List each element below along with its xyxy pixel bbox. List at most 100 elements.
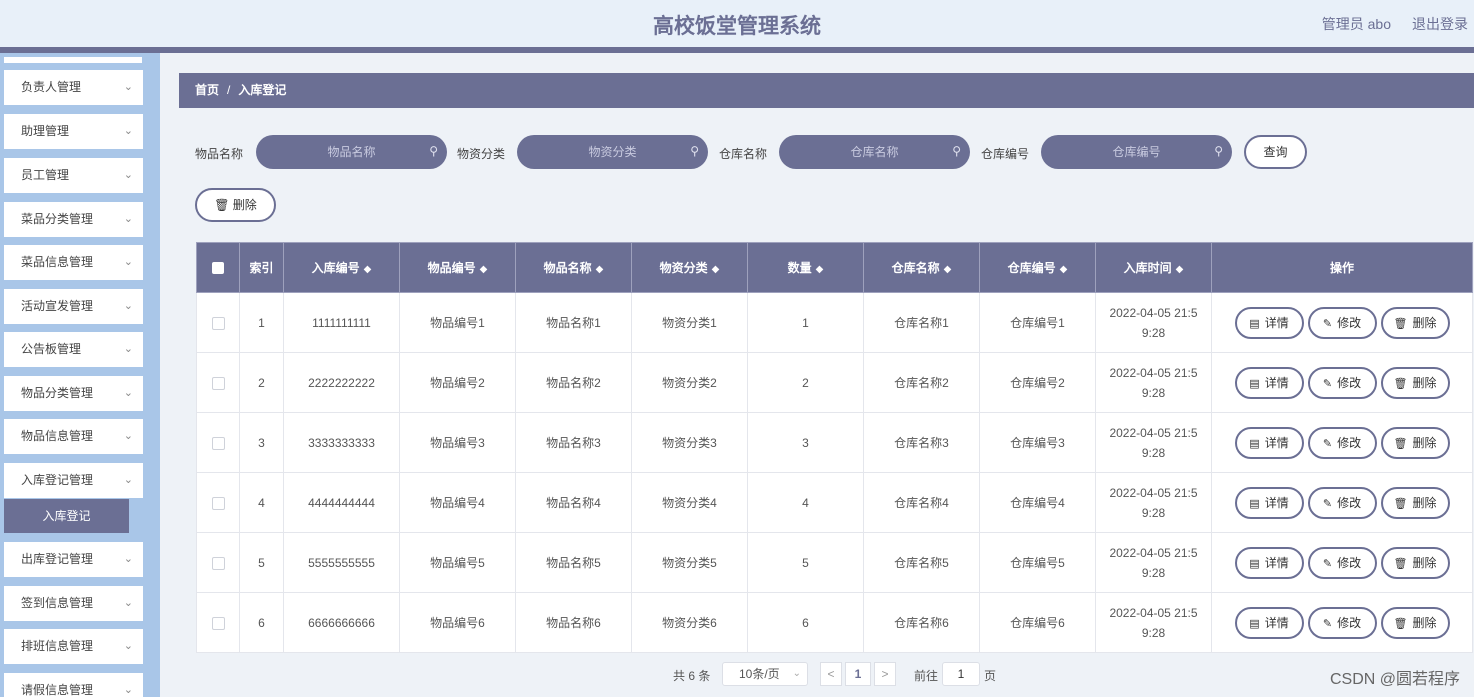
delete-button[interactable]: 🗑 删除	[1380, 306, 1450, 339]
chevron-down-icon: ⌄	[123, 300, 133, 312]
row-time-line2: 9:28	[1141, 325, 1166, 340]
page-size-select[interactable]: 10条/页 ⌄	[722, 662, 808, 686]
col-wh-name[interactable]: 仓库名称 ◆	[863, 242, 980, 293]
col-item-name[interactable]: 物品名称 ◆	[515, 242, 632, 293]
row-checkbox[interactable]	[196, 472, 240, 533]
edit-button[interactable]: ✎ 修改	[1307, 546, 1377, 579]
sidebar-item-dish-info[interactable]: 菜品信息管理 ⌄	[4, 245, 143, 280]
chevron-down-icon: ⌄	[123, 213, 133, 225]
sidebar-item-goods-info[interactable]: 物品信息管理 ⌄	[4, 419, 143, 454]
col-item-no[interactable]: 物品编号 ◆	[399, 242, 516, 293]
col-category[interactable]: 物资分类 ◆	[631, 242, 748, 293]
prev-page-button[interactable]: <	[820, 662, 842, 686]
row-in-no: 6666666666	[283, 592, 400, 653]
warehouse-no-input[interactable]: 仓库编号 ⚲	[1041, 135, 1232, 169]
edit-button[interactable]: ✎ 修改	[1307, 306, 1377, 339]
sidebar-item-stock-out[interactable]: 出库登记管理 ⌄	[4, 542, 143, 577]
row-wh-no: 仓库编号4	[979, 472, 1096, 533]
detail-button[interactable]: ▤ 详情	[1234, 546, 1304, 579]
delete-button[interactable]: 🗑 删除	[1380, 486, 1450, 519]
sidebar-item-staff[interactable]: 员工管理 ⌄	[4, 158, 143, 193]
sidebar-item-assistant[interactable]: 助理管理 ⌄	[4, 114, 143, 149]
sidebar-item-dish-category[interactable]: 菜品分类管理 ⌄	[4, 202, 143, 237]
detail-button[interactable]: ▤ 详情	[1234, 306, 1304, 339]
sort-icon: ◆	[595, 264, 604, 275]
delete-label: 删除	[1412, 375, 1437, 390]
sidebar-item-schedule[interactable]: 排班信息管理 ⌄	[4, 629, 143, 664]
sidebar-item-notice[interactable]: 公告板管理 ⌄	[4, 332, 143, 367]
breadcrumb-home[interactable]: 首页	[195, 83, 219, 97]
sidebar-item-leave[interactable]: 请假信息管理 ⌄	[4, 673, 143, 697]
row-checkbox[interactable]	[196, 412, 240, 473]
detail-button[interactable]: ▤ 详情	[1234, 606, 1304, 639]
detail-button[interactable]: ▤ 详情	[1234, 366, 1304, 399]
breadcrumb-separator: /	[227, 83, 231, 97]
row-checkbox[interactable]	[196, 532, 240, 593]
col-time[interactable]: 入库时间 ◆	[1095, 242, 1212, 293]
edit-label: 修改	[1337, 495, 1362, 510]
edit-label: 修改	[1337, 315, 1362, 330]
col-qty-label: 数量	[787, 261, 812, 275]
row-item-no: 物品编号2	[399, 352, 516, 413]
search-icon: ⚲	[952, 144, 961, 158]
sidebar-item-label: 请假信息管理	[21, 683, 94, 697]
breadcrumb-current: 入库登记	[238, 83, 287, 97]
row-wh-name: 仓库名称1	[863, 292, 980, 353]
warehouse-name-input[interactable]: 仓库名称 ⚲	[779, 135, 970, 169]
row-item-no: 物品编号3	[399, 412, 516, 473]
sidebar-item-stock-in[interactable]: 入库登记管理 ⌄	[4, 463, 143, 498]
logout-link[interactable]: 退出登录	[1412, 14, 1468, 34]
detail-button[interactable]: ▤ 详情	[1234, 426, 1304, 459]
row-checkbox[interactable]	[196, 292, 240, 353]
detail-button[interactable]: ▤ 详情	[1234, 486, 1304, 519]
row-wh-no: 仓库编号2	[979, 352, 1096, 413]
sidebar-item-activity[interactable]: 活动宣发管理 ⌄	[4, 289, 143, 324]
row-time-line2: 9:28	[1141, 445, 1166, 460]
sidebar-item-label: 活动宣发管理	[21, 299, 94, 313]
goto-page-input[interactable]: 1	[942, 662, 980, 686]
sidebar-subitem-stock-in[interactable]: 入库登记	[4, 499, 129, 533]
edit-button[interactable]: ✎ 修改	[1307, 486, 1377, 519]
row-index: 4	[239, 472, 284, 533]
col-item-name-label: 物品名称	[543, 261, 592, 275]
row-checkbox[interactable]	[196, 352, 240, 413]
row-wh-name: 仓库名称3	[863, 412, 980, 473]
page-1-button[interactable]: 1	[845, 662, 871, 686]
sidebar-item-checkin[interactable]: 签到信息管理 ⌄	[4, 586, 143, 621]
row-actions: ▤ 详情 ✎ 修改 🗑 删除	[1211, 412, 1473, 473]
edit-button[interactable]: ✎ 修改	[1307, 426, 1377, 459]
pencil-icon: ✎	[1322, 497, 1333, 510]
col-wh-no[interactable]: 仓库编号 ◆	[979, 242, 1096, 293]
chevron-down-icon: ⌄	[123, 169, 133, 181]
edit-button[interactable]: ✎ 修改	[1307, 606, 1377, 639]
sidebar-item-manager[interactable]: 负责人管理 ⌄	[4, 70, 143, 105]
trash-icon: 🗑	[1393, 317, 1408, 330]
row-item-name: 物品名称2	[515, 352, 632, 413]
delete-button[interactable]: 🗑 删除	[1380, 546, 1450, 579]
sidebar-item-goods-category[interactable]: 物品分类管理 ⌄	[4, 376, 143, 411]
trash-icon: 🗑	[214, 198, 230, 212]
batch-delete-button[interactable]: 🗑 删除	[195, 188, 276, 222]
edit-label: 修改	[1337, 375, 1362, 390]
trash-icon: 🗑	[1393, 617, 1408, 630]
document-icon: ▤	[1249, 437, 1260, 450]
delete-button[interactable]: 🗑 删除	[1380, 426, 1450, 459]
category-input[interactable]: 物资分类 ⚲	[517, 135, 708, 169]
chevron-down-icon: ⌄	[123, 387, 133, 399]
row-index: 1	[239, 292, 284, 353]
row-item-no: 物品编号4	[399, 472, 516, 533]
delete-button[interactable]: 🗑 删除	[1380, 366, 1450, 399]
col-in-no[interactable]: 入库编号 ◆	[283, 242, 400, 293]
col-qty[interactable]: 数量 ◆	[747, 242, 864, 293]
next-page-button[interactable]: >	[874, 662, 896, 686]
admin-label: 管理员 abo	[1321, 16, 1391, 32]
row-wh-name: 仓库名称5	[863, 532, 980, 593]
query-button[interactable]: 查询	[1244, 135, 1307, 169]
select-all-checkbox[interactable]	[196, 242, 240, 293]
row-checkbox[interactable]	[196, 592, 240, 653]
item-name-input[interactable]: 物品名称 ⚲	[256, 135, 447, 169]
edit-button[interactable]: ✎ 修改	[1307, 366, 1377, 399]
col-time-label: 入库时间	[1123, 261, 1172, 275]
delete-button[interactable]: 🗑 删除	[1380, 606, 1450, 639]
row-actions: ▤ 详情 ✎ 修改 🗑 删除	[1211, 592, 1473, 653]
